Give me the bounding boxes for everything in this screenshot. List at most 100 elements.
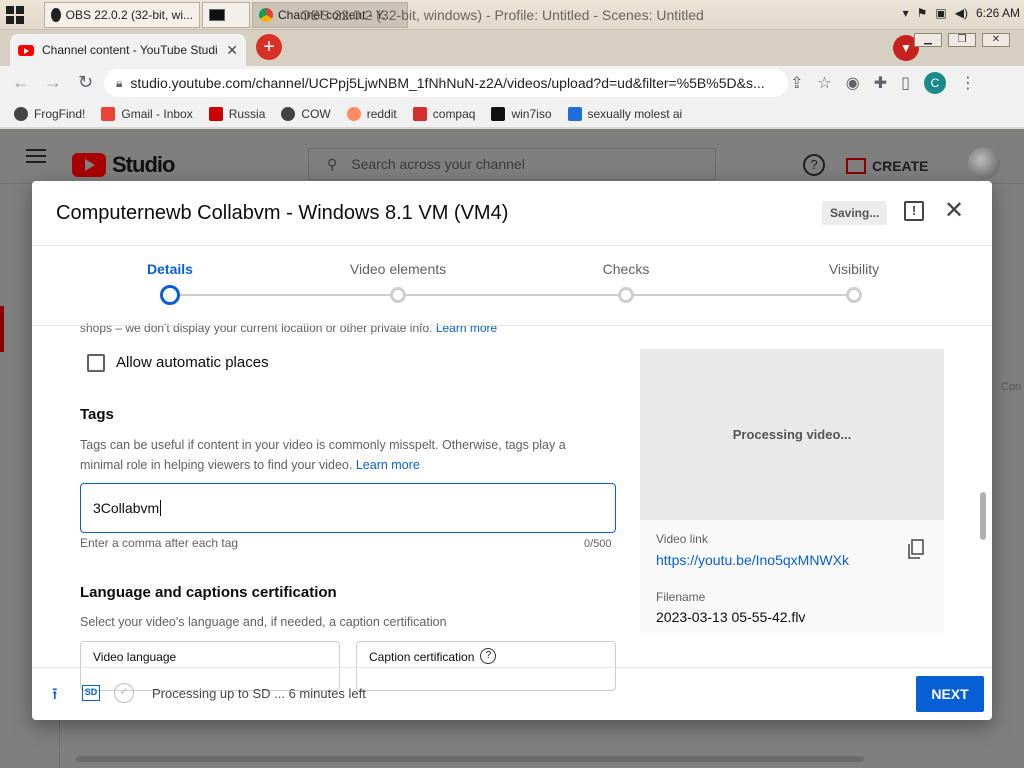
extension-icon[interactable]: ◉: [846, 73, 860, 93]
chrome-icon: [259, 8, 273, 22]
video-link[interactable]: https://youtu.be/Ino5qxMNWXk: [656, 552, 849, 568]
step-details[interactable]: Details: [100, 261, 240, 277]
learn-more-link[interactable]: Learn more: [436, 321, 497, 335]
language-heading: Language and captions certification: [80, 584, 337, 601]
upload-icon: ⭱: [52, 686, 58, 703]
search-icon: ⚲: [327, 155, 338, 172]
chevron-down-icon[interactable]: ▾: [903, 6, 909, 20]
bookmark-frogfind[interactable]: FrogFind!: [14, 106, 86, 121]
flag-icon[interactable]: ⚑: [917, 6, 928, 20]
check-icon: ✓: [114, 683, 134, 703]
network-icon[interactable]: ▣: [935, 6, 946, 20]
tags-input[interactable]: 3Collabvm: [80, 483, 616, 533]
russia-icon: [208, 106, 223, 121]
close-window-button[interactable]: ✕: [982, 33, 1010, 47]
close-icon[interactable]: ✕: [944, 199, 964, 223]
filename-value: 2023-03-13 05-55-42.flv: [656, 609, 806, 625]
tab-title: Channel content - YouTube Studi: [42, 43, 218, 57]
windows-start-icon[interactable]: [6, 6, 24, 24]
horizontal-scrollbar[interactable]: [76, 756, 864, 762]
allow-places-label: Allow automatic places: [116, 354, 269, 371]
step-dot-checks[interactable]: [618, 287, 634, 303]
globe-icon: [281, 106, 296, 121]
reddit-icon: [346, 106, 361, 121]
forward-icon[interactable]: →: [44, 72, 62, 93]
dialog-scrollbar[interactable]: [980, 492, 986, 540]
bookmark-win7iso[interactable]: win7iso: [491, 106, 552, 121]
share-icon[interactable]: ⇪: [790, 73, 803, 93]
step-dot-details[interactable]: [160, 285, 180, 305]
window-controls: ▁ ❐ ✕: [914, 33, 1010, 47]
tags-counter: 0/500: [584, 538, 612, 550]
channel-search-input[interactable]: ⚲ Search across your channel: [308, 148, 716, 180]
tags-learn-more-link[interactable]: Learn more: [356, 458, 420, 472]
url-text: studio.youtube.com/channel/UCPpj5LjwNBM_…: [130, 75, 765, 91]
puzzle-icon[interactable]: ✚: [874, 73, 887, 93]
location-note-text: shops – we don't display your current lo…: [80, 321, 433, 335]
tags-hint: Enter a comma after each tag: [80, 536, 239, 550]
tags-input-value: 3Collabvm: [93, 500, 160, 516]
step-checks[interactable]: Checks: [556, 261, 696, 277]
browser-tab[interactable]: Channel content - YouTube Studi ✕: [10, 34, 246, 66]
next-button[interactable]: NEXT: [916, 676, 984, 712]
bookmark-gmail[interactable]: Gmail - Inbox: [101, 106, 193, 121]
tags-heading: Tags: [80, 406, 114, 423]
bookmark-compaq[interactable]: compaq: [412, 106, 475, 121]
step-visibility[interactable]: Visibility: [784, 261, 924, 277]
tab-close-icon[interactable]: ✕: [226, 42, 238, 59]
lock-icon: 🔒︎: [116, 75, 123, 90]
feedback-icon[interactable]: !: [904, 201, 924, 221]
restore-button[interactable]: ❐: [948, 33, 976, 47]
studio-logo-text: Studio: [112, 152, 175, 177]
back-icon[interactable]: ←: [12, 72, 30, 93]
star-icon[interactable]: ☆: [817, 73, 831, 93]
divider: [32, 325, 992, 326]
studio-logo[interactable]: Studio: [72, 152, 175, 178]
sd-badge-icon: SD: [82, 685, 100, 701]
bookmark-label: FrogFind!: [34, 106, 86, 121]
minimize-button[interactable]: ▁: [914, 33, 942, 47]
hamburger-menu-icon[interactable]: [26, 155, 46, 157]
bookmark-ai[interactable]: sexually molest ai: [567, 106, 683, 121]
video-language-label: Video language: [93, 650, 177, 664]
divider: [32, 667, 992, 668]
bookmark-russia[interactable]: Russia: [208, 106, 265, 121]
tags-description-text: Tags can be useful if content in your vi…: [80, 438, 566, 472]
bookmark-label: COW: [301, 106, 331, 121]
sidepanel-icon[interactable]: ▯: [901, 73, 910, 93]
step-video-elements[interactable]: Video elements: [328, 261, 468, 277]
bookmark-reddit[interactable]: reddit: [346, 106, 397, 121]
taskbar-cmd-button[interactable]: [202, 2, 250, 28]
youtube-logo-icon: [72, 153, 106, 177]
tags-description: Tags can be useful if content in your vi…: [80, 435, 600, 475]
caption-certification-label: Caption certification: [369, 650, 475, 664]
address-bar[interactable]: 🔒︎ studio.youtube.com/channel/UCPpj5LjwN…: [104, 69, 788, 97]
allow-places-checkbox[interactable]: [87, 354, 105, 372]
create-button[interactable]: CREATE: [846, 152, 929, 180]
compaq-icon: [412, 106, 427, 121]
bookmark-label: reddit: [366, 106, 397, 121]
help-icon[interactable]: ?: [803, 154, 825, 176]
clock[interactable]: 6:26 AM: [976, 6, 1020, 20]
ai-icon: [567, 106, 582, 121]
create-label: CREATE: [872, 158, 929, 174]
toolbar-actions: ⇪ ☆ ◉ ✚ ▯ C ⋮: [790, 72, 976, 94]
new-tab-button[interactable]: +: [256, 34, 282, 60]
processing-status: Processing up to SD ... 6 minutes left: [152, 686, 366, 701]
step-dot-visibility[interactable]: [846, 287, 862, 303]
reload-icon[interactable]: ↻: [78, 72, 93, 93]
channel-avatar[interactable]: [968, 147, 1000, 179]
taskbar-obs-button[interactable]: OBS 22.0.2 (32-bit, wi...: [44, 2, 200, 28]
step-dot-video-elements[interactable]: [390, 287, 406, 303]
bookmark-label: sexually molest ai: [587, 106, 683, 121]
volume-icon[interactable]: ◀): [955, 6, 968, 20]
caption-certification-select[interactable]: Caption certification ?: [356, 641, 616, 691]
menu-icon[interactable]: ⋮: [960, 73, 976, 93]
bookmark-cow[interactable]: COW: [281, 106, 331, 121]
win7iso-icon: [491, 106, 506, 121]
help-icon[interactable]: ?: [480, 648, 497, 664]
cmd-icon: [209, 9, 225, 21]
text-cursor: [160, 500, 162, 516]
profile-avatar[interactable]: C: [923, 72, 946, 94]
copy-icon[interactable]: [908, 539, 924, 559]
